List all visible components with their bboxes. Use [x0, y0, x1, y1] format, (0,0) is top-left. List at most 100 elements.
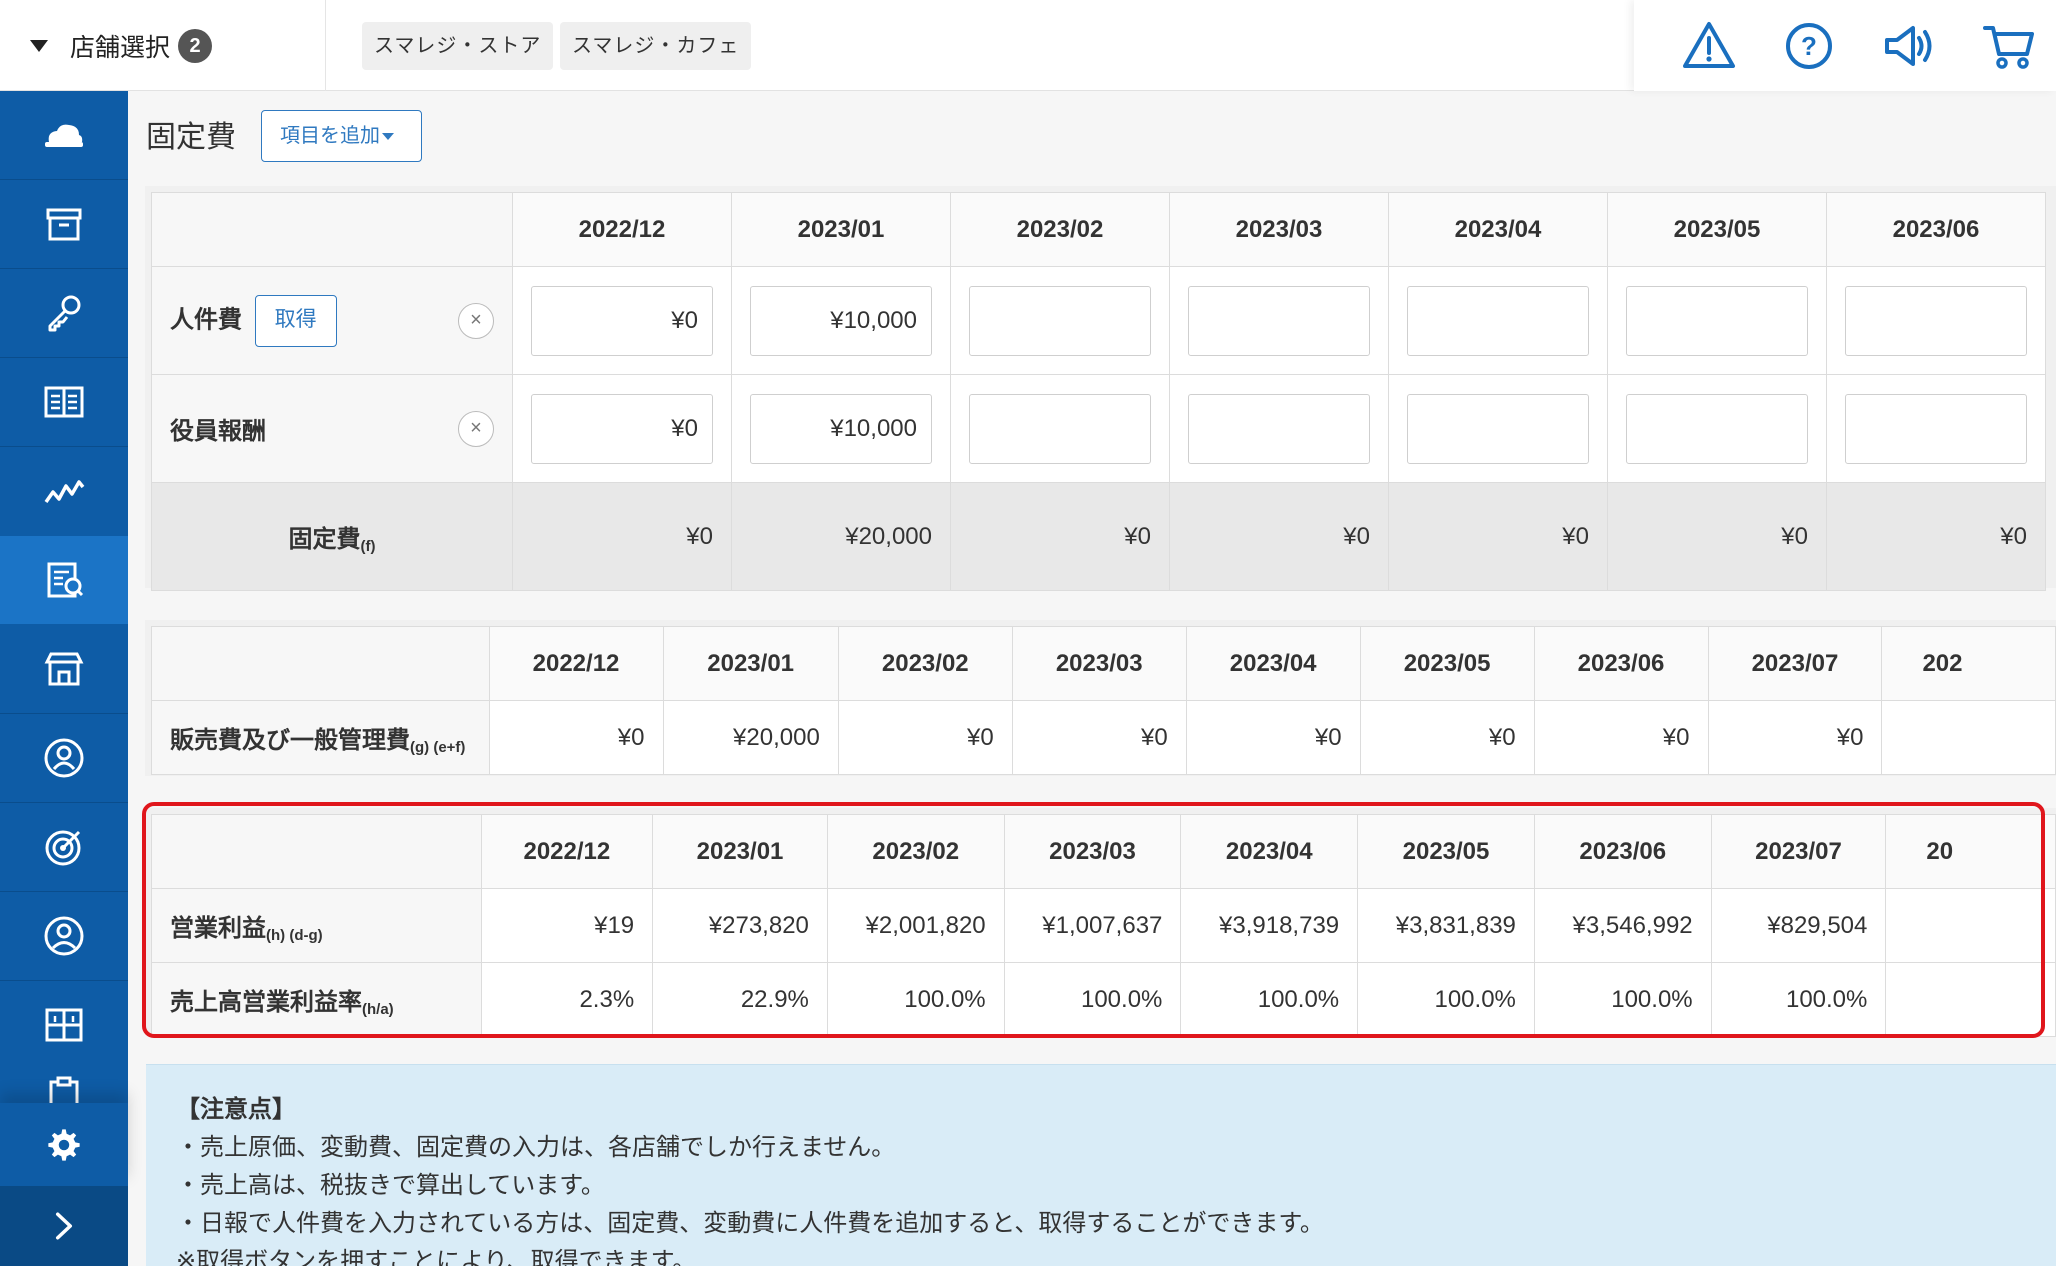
total-cell: ¥0 — [512, 482, 732, 591]
table-cell: ¥20,000 — [662, 700, 839, 775]
chevron-right-icon — [55, 1212, 73, 1240]
amount-input[interactable]: ¥10,000 — [750, 393, 932, 464]
amount-input[interactable]: ¥0 — [531, 285, 713, 356]
amount-input[interactable] — [1407, 285, 1589, 356]
amount-input[interactable] — [1407, 393, 1589, 464]
sga-label-sub: (g) (e+f) — [410, 738, 466, 756]
amount-input[interactable] — [1626, 285, 1808, 356]
fetch-button[interactable]: 取得 — [254, 294, 337, 347]
store-icon[interactable] — [0, 625, 128, 713]
table-cell — [1388, 374, 1608, 483]
amount-input[interactable]: ¥0 — [531, 393, 713, 464]
month-header: 2023/04 — [1180, 814, 1359, 889]
table-cell — [1826, 266, 2046, 375]
table-cell: ¥0 — [512, 374, 732, 483]
header-cell — [151, 626, 490, 701]
key-icon[interactable] — [0, 269, 128, 357]
cloud-icon[interactable] — [0, 91, 128, 179]
store-select-dropdown[interactable]: 店舗選択 2 — [0, 0, 326, 91]
warning-icon[interactable] — [1679, 16, 1739, 76]
row-label-sub: (h/a) — [362, 1000, 394, 1018]
store-count-badge: 2 — [178, 28, 213, 63]
profile-icon[interactable] — [0, 892, 128, 980]
month-header: 2023/06 — [1533, 626, 1709, 701]
table-cell — [1607, 266, 1827, 375]
row-label-text: 売上高営業利益率 — [170, 988, 362, 1016]
total-row: 固定費(f) ¥0 ¥20,000 ¥0 ¥0 ¥0 ¥0 ¥0 — [151, 482, 2046, 591]
expand-sidebar-button[interactable] — [0, 1186, 128, 1266]
amount-input[interactable] — [1845, 393, 2027, 464]
month-header: 2023/06 — [1826, 192, 2046, 267]
table-row: 営業利益(h) (d-g) ¥19 ¥273,820 ¥2,001,820 ¥1… — [151, 888, 2056, 963]
add-item-button[interactable]: 項目を追加 — [261, 110, 422, 162]
month-header: 2023/05 — [1359, 626, 1535, 701]
table-row: 人件費 取得 × ¥0 ¥10,000 — [151, 266, 2046, 375]
table-cell: ¥0 — [1707, 700, 1883, 775]
table-cell: 100.0% — [1533, 962, 1712, 1037]
note-line: ・売上高は、税抜きで算出しています。 — [176, 1172, 605, 1199]
note-line: ・売上原価、変動費、固定費の入力は、各店舗でしか行えません。 — [176, 1134, 896, 1161]
table-cell: ¥2,001,820 — [826, 888, 1005, 963]
amount-input[interactable] — [1626, 393, 1808, 464]
archive-icon[interactable] — [0, 180, 128, 268]
header-icon-group: ? — [1634, 0, 2056, 91]
help-icon[interactable]: ? — [1779, 16, 1839, 76]
amount-input[interactable] — [1188, 285, 1370, 356]
total-cell: ¥0 — [1169, 482, 1389, 591]
total-cell: ¥0 — [1388, 482, 1608, 591]
sga-panel: 2022/12 2023/01 2023/02 2023/03 2023/04 … — [145, 620, 2056, 776]
table-cell — [1388, 266, 1608, 375]
operating-profit-panel: 2022/12 2023/01 2023/02 2023/03 2023/04 … — [145, 808, 2056, 1037]
month-header: 2023/04 — [1388, 192, 1608, 267]
remove-row-button[interactable]: × — [458, 303, 494, 339]
table-cell: ¥19 — [480, 888, 654, 963]
amount-input[interactable] — [1845, 285, 2027, 356]
month-header: 2023/05 — [1607, 192, 1827, 267]
table-cell: ¥273,820 — [652, 888, 828, 963]
book-icon[interactable] — [0, 358, 128, 446]
amount-input[interactable] — [1188, 393, 1370, 464]
store-chip[interactable]: スマレジ・カフェ — [560, 22, 752, 70]
fixed-costs-panel: 2022/12 2023/01 2023/02 2023/03 2023/04 … — [145, 186, 2056, 591]
row-label-text: 人件費 — [170, 305, 242, 333]
announcement-icon[interactable] — [1879, 16, 1939, 76]
row-label-text: 営業利益 — [170, 914, 266, 942]
month-header: 2022/12 — [488, 626, 664, 701]
cart-icon[interactable] — [1979, 16, 2039, 76]
sidebar — [0, 91, 128, 1266]
total-cell: ¥0 — [950, 482, 1170, 591]
report-icon[interactable] — [0, 536, 128, 624]
store-chip[interactable]: スマレジ・ストア — [362, 22, 554, 70]
table-cell: 100.0% — [1710, 962, 1887, 1037]
row-label-text: 役員報酬 — [170, 418, 266, 445]
month-header: 20 — [1885, 814, 2056, 889]
table-cell — [1885, 962, 2056, 1037]
row-label-executive-pay: 役員報酬 × — [151, 374, 513, 483]
settings-button[interactable] — [0, 1103, 128, 1187]
table-cell — [1881, 700, 2056, 775]
notes-title: 【注意点】 — [176, 1096, 296, 1123]
table-cell: ¥0 — [512, 266, 732, 375]
month-header: 202 — [1881, 626, 2056, 701]
total-label-text: 固定費 — [288, 525, 361, 553]
fixed-costs-table: 2022/12 2023/01 2023/02 2023/03 2023/04 … — [151, 192, 2046, 591]
table-cell: ¥0 — [837, 700, 1013, 775]
operating-profit-table: 2022/12 2023/01 2023/02 2023/03 2023/04 … — [151, 814, 2056, 1037]
table-row: 役員報酬 × ¥0 ¥10,000 — [151, 374, 2046, 483]
table-cell — [950, 266, 1170, 375]
user-icon[interactable] — [0, 714, 128, 802]
month-header: 2023/01 — [652, 814, 828, 889]
apps-icon[interactable] — [0, 981, 128, 1069]
note-line: ※取得ボタンを押すことにより、取得できます。 — [176, 1248, 697, 1266]
table-cell: 100.0% — [1357, 962, 1535, 1037]
amount-input[interactable]: ¥10,000 — [750, 285, 932, 356]
table-cell: ¥3,831,839 — [1357, 888, 1535, 963]
analytics-icon[interactable] — [0, 447, 128, 535]
sga-label: 販売費及び一般管理費(g) (e+f) — [151, 700, 490, 775]
remove-row-button[interactable]: × — [458, 411, 494, 447]
target-icon[interactable] — [0, 803, 128, 891]
month-header: 2023/07 — [1710, 814, 1887, 889]
amount-input[interactable] — [969, 285, 1151, 356]
month-header: 2023/01 — [662, 626, 839, 701]
amount-input[interactable] — [969, 393, 1151, 464]
